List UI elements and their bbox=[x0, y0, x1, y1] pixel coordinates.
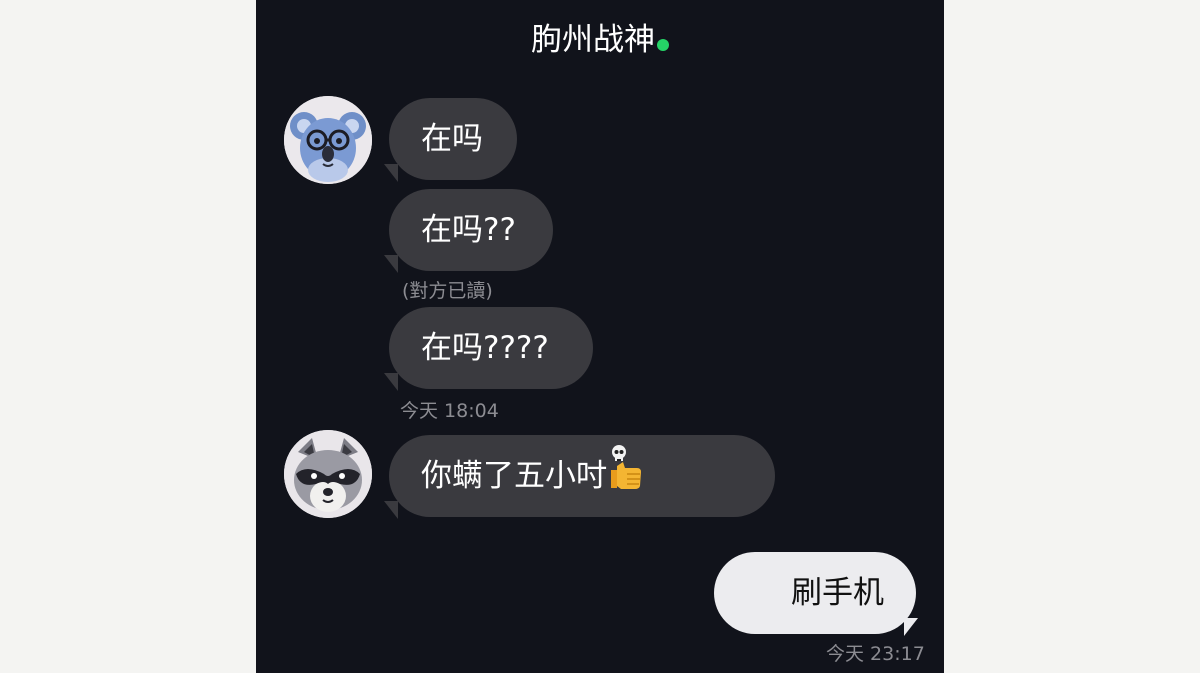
message-bubble-4[interactable]: 你螨了五小吋 bbox=[389, 435, 775, 517]
message-text: 你螨了五小吋 bbox=[421, 458, 607, 494]
message-text: 刷手机 bbox=[791, 575, 884, 611]
bubble-tail bbox=[384, 164, 398, 182]
raccoon-avatar[interactable] bbox=[284, 430, 372, 518]
chat-header[interactable]: 朐州战神 bbox=[256, 20, 944, 60]
message-bubble-1[interactable]: 在吗 bbox=[389, 98, 517, 180]
raccoon-avatar-icon bbox=[284, 430, 372, 518]
contact-name: 朐州战神 bbox=[531, 22, 655, 58]
message-text: 在吗?? bbox=[421, 212, 516, 248]
online-status-dot bbox=[657, 39, 669, 51]
message-text: 在吗 bbox=[421, 121, 483, 157]
skull-thumbs-up-emoji bbox=[607, 445, 647, 492]
koala-avatar-icon bbox=[284, 96, 372, 184]
bubble-tail bbox=[384, 373, 398, 391]
chat-window: 朐州战神 在吗 在吗?? (對方已讀) 在吗???? 今天 18:04 你螨了五… bbox=[256, 0, 944, 673]
read-receipt: (對方已讀) bbox=[402, 280, 493, 302]
message-timestamp: 今天 23:17 bbox=[826, 643, 925, 665]
message-timestamp: 今天 18:04 bbox=[400, 400, 499, 422]
message-text: 在吗???? bbox=[421, 330, 549, 366]
koala-avatar[interactable] bbox=[284, 96, 372, 184]
bubble-tail bbox=[904, 618, 918, 636]
bubble-tail bbox=[384, 255, 398, 273]
bubble-tail bbox=[384, 501, 398, 519]
message-bubble-2[interactable]: 在吗?? bbox=[389, 189, 553, 271]
message-bubble-outgoing[interactable]: 刷手机 bbox=[714, 552, 916, 634]
message-bubble-3[interactable]: 在吗???? bbox=[389, 307, 593, 389]
